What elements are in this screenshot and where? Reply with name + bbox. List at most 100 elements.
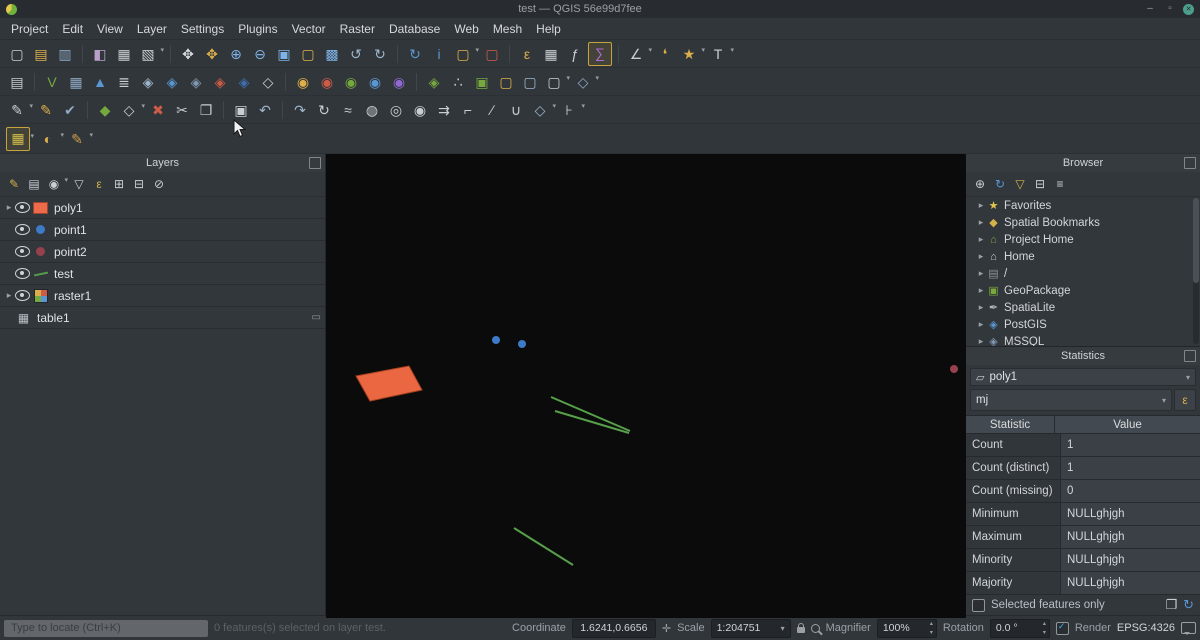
new-report-icon[interactable]: ▧ [137, 43, 159, 65]
browser-item-spatialite[interactable]: ✒SpatiaLite [976, 299, 1200, 316]
cut-features-icon[interactable]: ✂ [171, 99, 193, 121]
identify-features-icon[interactable]: i [428, 43, 450, 65]
add-wmts-layer-icon[interactable]: ◉ [388, 71, 410, 93]
vertex-tool-icon[interactable]: ◇ [118, 99, 140, 121]
rotation-spinbox[interactable]: 0.0 ° [990, 619, 1050, 638]
add-point-cloud-layer-icon[interactable]: ∴ [447, 71, 469, 93]
expand-arrow-icon[interactable] [976, 200, 986, 211]
new-shapefile-layer-icon[interactable]: ▢ [495, 71, 517, 93]
data-source-manager-icon[interactable]: ▤ [6, 71, 28, 93]
layer-visibility-toggle[interactable] [14, 268, 31, 279]
add-wms-layer-icon[interactable]: ◉ [292, 71, 314, 93]
add-feature-icon[interactable]: ◆ [94, 99, 116, 121]
map-canvas[interactable] [326, 154, 965, 615]
offset-curve-icon[interactable]: ⇉ [433, 99, 455, 121]
trim-extend-icon[interactable]: ⊦ [558, 99, 580, 121]
layer-item-raster1[interactable]: raster1 [0, 285, 325, 307]
add-selected-layers-icon[interactable]: ⊕ [971, 175, 989, 193]
menu-item-mesh[interactable]: Mesh [486, 20, 529, 38]
measure-icon[interactable]: ∠ [625, 43, 647, 65]
menu-item-raster[interactable]: Raster [333, 20, 382, 38]
statistics-layer-combo[interactable]: poly1 [970, 368, 1196, 386]
rotate-feature-icon[interactable]: ↻ [313, 99, 335, 121]
add-xyz-layer-icon[interactable]: ◈ [423, 71, 445, 93]
zoom-last-icon[interactable]: ↺ [345, 43, 367, 65]
zoom-out-icon[interactable]: ⊖ [249, 43, 271, 65]
layer-item-point2[interactable]: point2 [0, 241, 325, 263]
scale-lock-icon[interactable] [797, 627, 805, 633]
collapse-all-icon[interactable]: ⊟ [1031, 175, 1049, 193]
add-mesh-layer-icon[interactable]: ▲ [89, 71, 111, 93]
fill-ring-icon[interactable]: ◉ [409, 99, 431, 121]
zoom-next-icon[interactable]: ↻ [369, 43, 391, 65]
expand-arrow-icon[interactable] [976, 217, 986, 228]
new-spatialite-layer-icon[interactable]: ▢ [519, 71, 541, 93]
split-features-icon[interactable]: ∕ [481, 99, 503, 121]
add-oracle-layer-icon[interactable]: ◈ [209, 71, 231, 93]
statistics-panel-icon[interactable]: ∑ [588, 42, 612, 66]
undo-icon[interactable]: ↶ [254, 99, 276, 121]
add-group-icon[interactable]: ▤ [25, 175, 43, 193]
merge-features-icon[interactable]: ∪ [505, 99, 527, 121]
float-panel-icon[interactable] [309, 157, 321, 169]
menu-item-layer[interactable]: Layer [130, 20, 174, 38]
simplify-feature-icon[interactable]: ≈ [337, 99, 359, 121]
layer-item-test[interactable]: test [0, 263, 325, 285]
statistics-field-combo[interactable]: mj [970, 389, 1172, 411]
new-print-layout-icon[interactable]: ▦ [113, 43, 135, 65]
menu-item-project[interactable]: Project [4, 20, 55, 38]
text-annotation-icon[interactable]: T [707, 43, 729, 65]
expand-arrow-icon[interactable] [4, 202, 14, 213]
layer-visibility-toggle[interactable] [14, 224, 31, 235]
annotations-toolbar-icon[interactable]: ✎ [66, 128, 88, 150]
open-layer-styling-icon[interactable]: ✎ [5, 175, 23, 193]
project-save-icon[interactable]: ▥ [54, 43, 76, 65]
expand-arrow-icon[interactable] [976, 336, 986, 346]
add-arcgis-rest-layer-icon[interactable]: ◉ [364, 71, 386, 93]
menu-item-edit[interactable]: Edit [55, 20, 90, 38]
layer-labeling-options-icon[interactable]: ▦ [6, 127, 30, 151]
new-geopackage-layer-icon[interactable]: ▣ [471, 71, 493, 93]
paste-features-icon[interactable]: ▣ [230, 99, 252, 121]
copy-features-icon[interactable]: ❐ [195, 99, 217, 121]
add-wfs-layer-icon[interactable]: ◉ [340, 71, 362, 93]
expand-arrow-icon[interactable] [976, 302, 986, 313]
current-edits-icon[interactable]: ✎ [6, 99, 28, 121]
deselect-features-icon[interactable]: ▢ [481, 43, 503, 65]
add-wcs-layer-icon[interactable]: ◉ [316, 71, 338, 93]
copy-statistics-icon[interactable]: ❐ [1165, 597, 1177, 613]
refresh-statistics-icon[interactable]: ↻ [1183, 597, 1194, 613]
select-by-expression-icon[interactable]: ε [516, 43, 538, 65]
add-virtual-layer-icon[interactable]: ◇ [257, 71, 279, 93]
layer-visibility-toggle[interactable] [14, 202, 31, 213]
browser-item-root[interactable]: ▤/ [976, 265, 1200, 282]
field-calculator-icon[interactable]: ƒ [564, 43, 586, 65]
extents-toggle-icon[interactable] [662, 622, 671, 635]
magnifier-spinbox[interactable]: 100% [877, 619, 937, 638]
new-temporary-scratch-layer-icon[interactable]: ▢ [543, 71, 565, 93]
browser-item-mssql[interactable]: ◈MSSQL [976, 333, 1200, 346]
browser-item-geopackage[interactable]: ▣GeoPackage [976, 282, 1200, 299]
properties-widget-icon[interactable]: ≡ [1051, 175, 1069, 193]
add-spatialite-layer-icon[interactable]: ◈ [137, 71, 159, 93]
expression-builder-icon[interactable]: ε [1174, 389, 1196, 411]
expand-arrow-icon[interactable] [976, 251, 986, 262]
manage-map-themes-icon[interactable]: ◉ [45, 175, 63, 193]
filter-browser-icon[interactable]: ▽ [1011, 175, 1029, 193]
menu-item-settings[interactable]: Settings [174, 20, 231, 38]
add-db2-layer-icon[interactable]: ◈ [233, 71, 255, 93]
browser-item-spatial-bookmarks[interactable]: ◆Spatial Bookmarks [976, 214, 1200, 231]
collapse-all-icon[interactable]: ⊟ [130, 175, 148, 193]
expand-arrow-icon[interactable] [976, 234, 986, 245]
browser-scrollbar[interactable] [1193, 198, 1199, 344]
zoom-to-selection-icon[interactable]: ▢ [297, 43, 319, 65]
layer-item-table1[interactable]: ▦table1▭ [0, 307, 325, 329]
refresh-browser-icon[interactable]: ↻ [991, 175, 1009, 193]
browser-item-postgis[interactable]: ◈PostGIS [976, 316, 1200, 333]
remove-layer-icon[interactable]: ⊘ [150, 175, 168, 193]
menu-item-view[interactable]: View [90, 20, 130, 38]
close-icon[interactable] [1183, 4, 1194, 15]
float-panel-icon[interactable] [1184, 157, 1196, 169]
add-vector-layer-icon[interactable]: V [41, 71, 63, 93]
locate-input[interactable] [4, 620, 208, 637]
